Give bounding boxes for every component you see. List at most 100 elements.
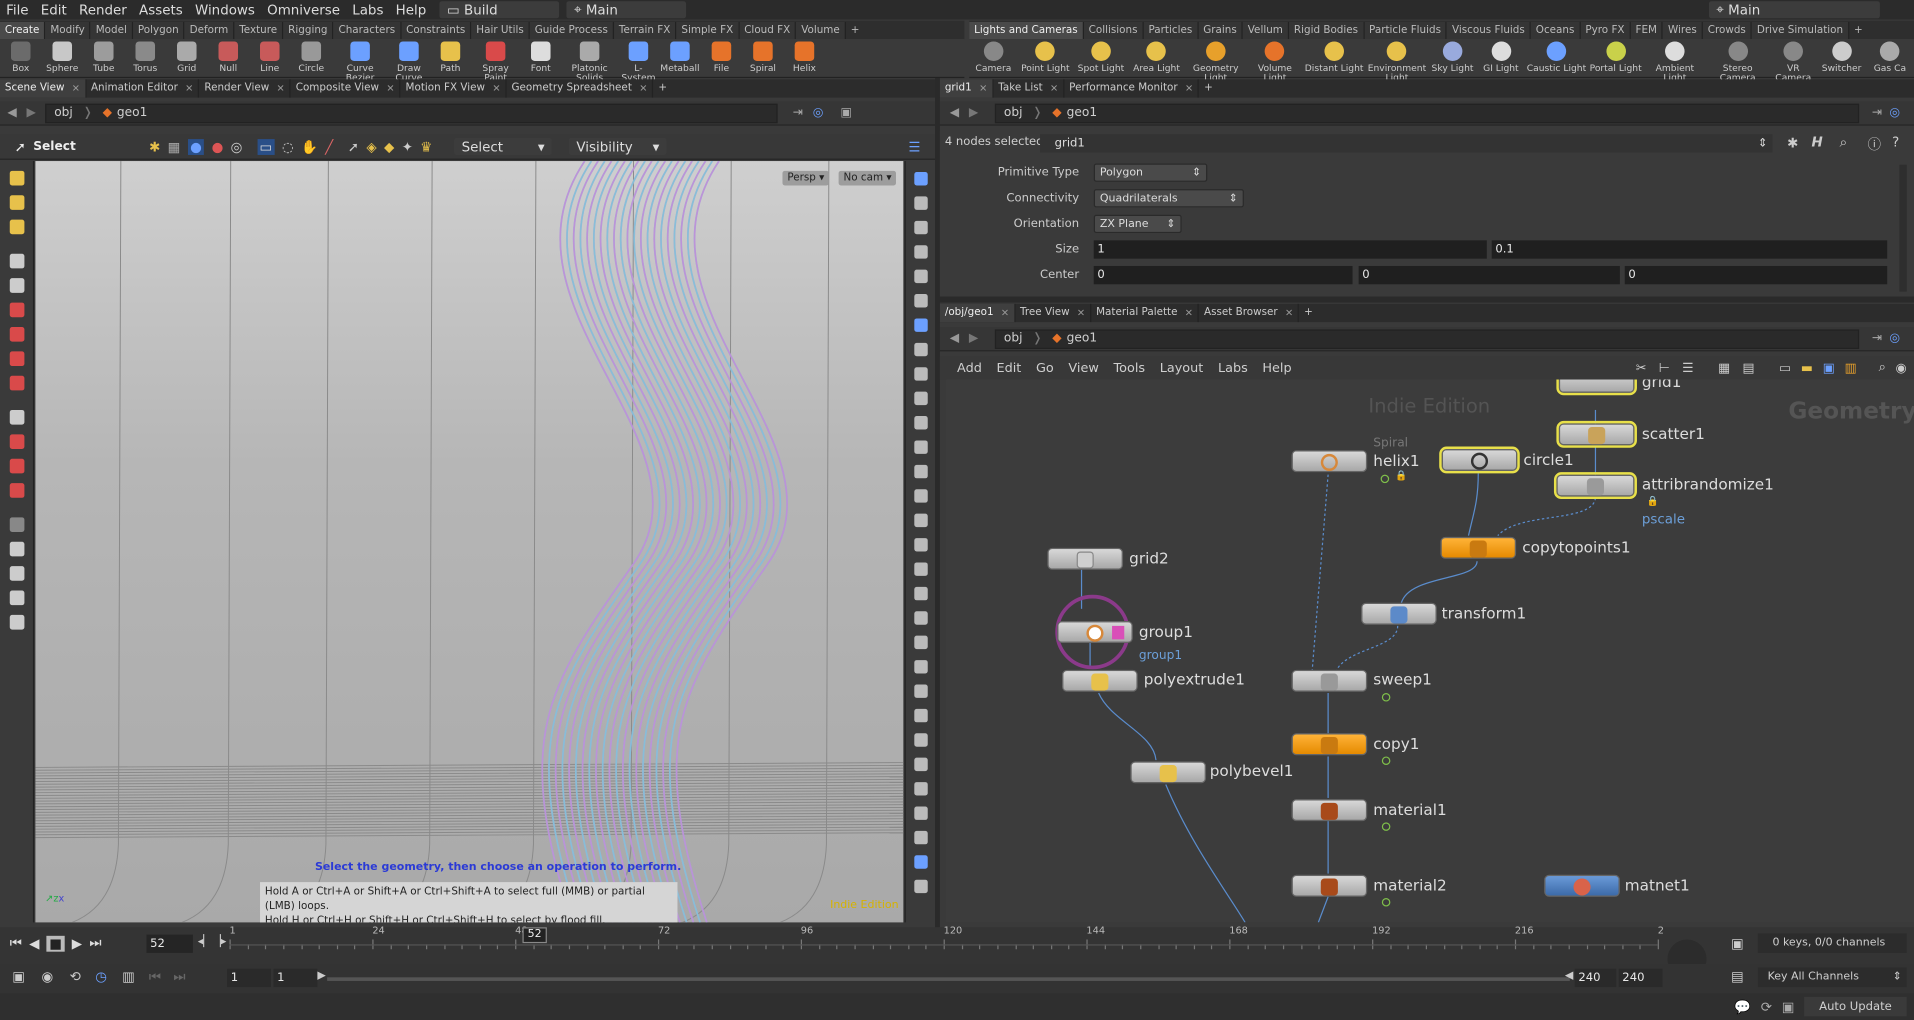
shelf-tool-switcher[interactable]: Switcher [1817, 39, 1865, 73]
realtime-icon[interactable]: ▣ [12, 969, 25, 985]
help-h-icon[interactable]: H [1812, 134, 1823, 150]
magnet-icon[interactable] [9, 483, 24, 498]
auto-update-dropdown[interactable]: Auto Update [1804, 996, 1907, 1017]
refresh-icon[interactable]: ⟳ [1761, 999, 1772, 1015]
shelf-tab-constraints[interactable]: Constraints [401, 21, 472, 40]
ruler-icon[interactable] [9, 458, 24, 474]
horizontal-splitter[interactable] [939, 296, 1914, 303]
grid-icon[interactable]: ▦ [1718, 361, 1730, 376]
node-material2[interactable] [1291, 874, 1368, 897]
tree-icon[interactable]: ⊢ [1659, 361, 1670, 376]
playhead-marker[interactable]: 52 [522, 927, 547, 944]
add-pane-tab-icon[interactable]: + [654, 79, 672, 97]
transform-icon[interactable] [9, 375, 24, 391]
shelf-tool-draw-curve[interactable]: Draw Curve [388, 39, 430, 83]
keyframe-icon[interactable]: ▥ [122, 969, 135, 985]
shelf-tool-sky-light[interactable]: Sky Light [1428, 39, 1476, 73]
range-start-field[interactable]: 1 [273, 968, 318, 988]
handle-icon[interactable] [9, 170, 24, 186]
net-menu-layout[interactable]: Layout [1160, 361, 1204, 376]
display-option-icon[interactable] [913, 294, 928, 308]
path-obj[interactable]: obj [1004, 332, 1023, 345]
shelf-tab-drive-simulation[interactable]: Drive Simulation [1751, 21, 1850, 40]
shelf-tab-collisions[interactable]: Collisions [1083, 21, 1144, 40]
shelf-tab-crowds[interactable]: Crowds [1702, 21, 1752, 40]
tab-performance-monitor[interactable]: Performance Monitor ✕ [1064, 79, 1200, 98]
shelf-tab-oceans[interactable]: Oceans [1530, 21, 1581, 40]
display-option-icon[interactable] [913, 416, 928, 430]
shelf-tool-geometry-light[interactable]: Geometry Light [1184, 39, 1247, 83]
visibility-dropdown[interactable]: Visibility ▾ [569, 137, 667, 155]
shelf-tool-area-light[interactable]: Area Light [1129, 39, 1185, 73]
secure-selection-icon[interactable]: ♛ [420, 138, 432, 154]
param-scrollbar[interactable] [1899, 164, 1907, 292]
shelf-tool-portal-light[interactable]: Portal Light [1588, 39, 1644, 73]
shelf-tool-camera[interactable]: Camera [969, 39, 1017, 73]
node-group1[interactable] [1057, 621, 1133, 643]
path-geo[interactable]: geo1 [1067, 332, 1097, 345]
top-right-context-dropdown[interactable]: ⌖ Main [1708, 1, 1880, 19]
tab-tree-view[interactable]: Tree View ✕ [1015, 303, 1092, 323]
flipbook-icon[interactable] [9, 590, 24, 606]
eye-icon[interactable] [9, 614, 24, 630]
net-menu-add[interactable]: Add [957, 361, 982, 376]
menu-help[interactable]: Help [390, 2, 433, 18]
shelf-tool-environment-light[interactable]: Environment Light [1366, 39, 1429, 83]
step-forward-icon[interactable]: ▕▸ [212, 936, 226, 948]
network-editor[interactable]: Indie Edition Geometry grid1 scatter1 Sp… [946, 379, 1914, 923]
lasso-select-icon[interactable]: ◌ [282, 138, 294, 154]
current-frame-field[interactable]: 52 [146, 934, 193, 953]
help-icon[interactable]: ? [1892, 134, 1899, 150]
display-option-icon[interactable] [913, 513, 928, 528]
tab-geometry-spreadsheet[interactable]: Geometry Spreadsheet ✕ [507, 79, 654, 98]
camera-icon[interactable] [9, 541, 24, 557]
node-copytopoints1[interactable] [1440, 536, 1517, 559]
select-visible-icon[interactable]: ➚ [348, 138, 359, 154]
node-grid1[interactable] [1556, 379, 1637, 396]
prev-key-icon[interactable]: ⏮ [149, 969, 161, 986]
shelf-tool-file[interactable]: File [701, 39, 743, 73]
add-pane-tab-icon[interactable]: + [1299, 304, 1317, 322]
forward-arrow-icon[interactable]: ▶ [969, 106, 978, 119]
move-icon[interactable] [9, 302, 24, 318]
list-icon[interactable]: ☰ [1682, 361, 1694, 376]
end-frame-field[interactable]: 240 [1618, 968, 1663, 988]
scale-icon[interactable] [9, 351, 24, 367]
node-grid2[interactable] [1047, 547, 1124, 570]
display-option-icon[interactable] [913, 879, 928, 894]
shelf-tool-line[interactable]: Line [249, 39, 291, 73]
shelf-tool-path[interactable]: Path [430, 39, 472, 73]
shelf-tab-texture[interactable]: Texture [234, 21, 284, 40]
display-option-icon[interactable] [913, 660, 928, 674]
shelf-tool-stereo-camera[interactable]: Stereo Camera [1706, 39, 1769, 83]
display-option-icon[interactable] [913, 245, 928, 259]
path-geo[interactable]: geo1 [117, 106, 147, 119]
shelf-tool-grid[interactable]: Grid [166, 39, 208, 73]
shelf-tool-gas-ca[interactable]: Gas Ca [1866, 39, 1914, 73]
node-attribrandomize1[interactable] [1553, 472, 1637, 500]
close-icon[interactable]: ✕ [1001, 304, 1009, 322]
display-option-icon[interactable] [913, 684, 928, 698]
pin-icon[interactable]: ⇥ [1872, 332, 1882, 345]
display-option-icon[interactable] [913, 269, 928, 284]
shelf-tool-box[interactable]: Box [0, 39, 42, 73]
node-helix1[interactable] [1291, 450, 1368, 473]
net-menu-edit[interactable]: Edit [997, 361, 1022, 376]
path-geo[interactable]: geo1 [1067, 106, 1097, 119]
display-option-icon[interactable] [913, 855, 928, 869]
desktop-dropdown[interactable]: ▭ Build [439, 1, 560, 19]
back-arrow-icon[interactable]: ◀ [950, 106, 959, 119]
display-option-icon[interactable] [913, 440, 928, 454]
paint-icon[interactable] [9, 219, 24, 235]
gear-icon[interactable]: ✱ [1787, 135, 1798, 151]
tab-take-list[interactable]: Take List ✕ [993, 79, 1065, 98]
display-option-icon[interactable] [913, 830, 928, 845]
info-icon[interactable]: ⓘ [1868, 134, 1881, 154]
menu-omniverse[interactable]: Omniverse [261, 2, 346, 18]
shelf-tab-particle-fluids[interactable]: Particle Fluids [1364, 21, 1448, 40]
shelf-tab-rigging[interactable]: Rigging [283, 21, 334, 40]
tab-render-view[interactable]: Render View ✕ [199, 79, 291, 98]
snap-icon[interactable] [9, 434, 24, 449]
shelf-tool-spiral[interactable]: Spiral [742, 39, 784, 73]
shelf-tool-ambient-light[interactable]: Ambient Light [1643, 39, 1706, 83]
